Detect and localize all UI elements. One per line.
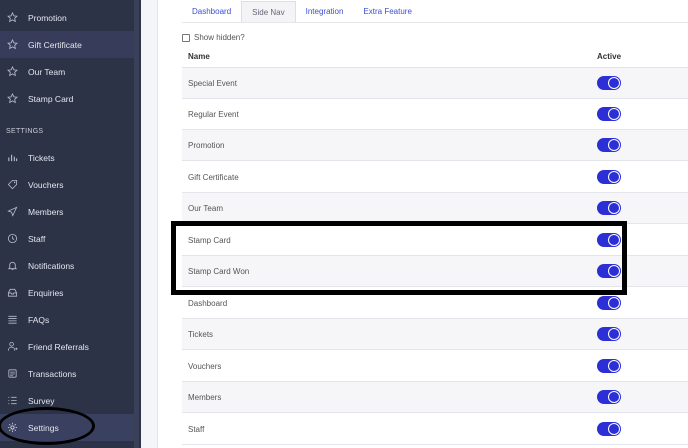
inbox-icon	[6, 286, 18, 298]
sidebar-item-label: Transactions	[28, 368, 77, 379]
row-name: Our Team	[188, 204, 223, 213]
star-icon	[6, 38, 18, 50]
sidebar-item-label: Stamp Card	[28, 93, 74, 104]
settings-heading: SETTINGS	[6, 128, 44, 135]
sidebar-item-label: Enquiries	[28, 287, 64, 298]
tab-integration[interactable]: Integration	[296, 1, 354, 22]
table-row: Promotion	[182, 130, 688, 161]
sidebar-scrollbar[interactable]	[134, 0, 139, 448]
sidebar-item-label: Staff	[28, 233, 46, 244]
sidebar-item-tickets[interactable]: Tickets	[0, 144, 138, 171]
row-name: Regular Event	[188, 110, 239, 119]
active-toggle[interactable]	[597, 327, 621, 341]
list-check-icon	[6, 394, 18, 406]
active-toggle[interactable]	[597, 390, 621, 404]
tab-bar: Dashboard Side Nav Integration Extra Fea…	[182, 1, 422, 22]
row-name: Members	[188, 393, 222, 402]
sidebar-item-promotion[interactable]: Promotion	[0, 4, 138, 31]
table-row: Members	[182, 382, 688, 413]
table-row: Our Team	[182, 193, 688, 224]
bar-chart-icon	[6, 151, 18, 163]
content-gutter	[141, 0, 157, 448]
row-name: Dashboard	[188, 299, 228, 308]
sidebar-item-label: Promotion	[28, 12, 67, 23]
table-row: Tickets	[182, 319, 688, 350]
active-toggle[interactable]	[597, 422, 621, 436]
sidebar: Promotion Gift Certificate Our Team Stam…	[0, 0, 141, 448]
row-name: Vouchers	[188, 362, 222, 371]
active-toggle[interactable]	[597, 107, 621, 121]
sidebar-item-label: Tickets	[28, 152, 55, 163]
tab-side-nav[interactable]: Side Nav	[241, 1, 296, 22]
table-row: Vouchers	[182, 351, 688, 382]
sidebar-item-our-team[interactable]: Our Team	[0, 58, 138, 85]
table-row: Special Event	[182, 68, 688, 99]
table-row: Gift Certificate	[182, 162, 688, 193]
row-name: Staff	[188, 425, 205, 434]
sidebar-item-label: Survey	[28, 395, 55, 406]
row-name: Tickets	[188, 330, 214, 339]
sidebar-item-vouchers[interactable]: Vouchers	[0, 171, 138, 198]
sidebar-item-label: Gift Certificate	[28, 39, 82, 50]
column-header-name: Name	[188, 52, 210, 61]
sidebar-item-label: FAQs	[28, 314, 50, 325]
active-toggle[interactable]	[597, 138, 621, 152]
sidebar-item-faqs[interactable]: FAQs	[0, 306, 138, 333]
table-row: Staff	[182, 414, 688, 445]
tag-icon	[6, 178, 18, 190]
active-toggle[interactable]	[597, 76, 621, 90]
annotation-circle	[0, 407, 95, 445]
active-toggle[interactable]	[597, 296, 621, 310]
sidebar-item-stamp-card[interactable]: Stamp Card	[0, 85, 138, 112]
active-toggle[interactable]	[597, 359, 621, 373]
sidebar-item-label: Notifications	[28, 260, 75, 271]
sidebar-item-enquiries[interactable]: Enquiries	[0, 279, 138, 306]
row-name: Promotion	[188, 141, 225, 150]
sidebar-item-label: Members	[28, 206, 64, 217]
row-name: Special Event	[188, 79, 237, 88]
sidebar-item-label: Our Team	[28, 66, 66, 77]
bell-icon	[6, 259, 18, 271]
clock-icon	[6, 232, 18, 244]
active-toggle[interactable]	[597, 201, 621, 215]
column-header-active: Active	[597, 52, 622, 61]
sidebar-item-label: Friend Referrals	[28, 341, 89, 352]
star-icon	[6, 92, 18, 104]
show-hidden-label: Show hidden?	[194, 33, 245, 42]
sidebar-item-transactions[interactable]: Transactions	[0, 360, 138, 387]
send-icon	[6, 205, 18, 217]
receipt-icon	[6, 367, 18, 379]
active-toggle[interactable]	[597, 170, 621, 184]
sidebar-item-members[interactable]: Members	[0, 198, 138, 225]
row-name: Gift Certificate	[188, 173, 239, 182]
show-hidden-filter[interactable]: Show hidden?	[182, 33, 245, 42]
show-hidden-checkbox[interactable]	[182, 33, 190, 42]
list-icon	[6, 313, 18, 325]
star-icon	[6, 65, 18, 77]
sidebar-item-gift-certificate[interactable]: Gift Certificate	[0, 31, 138, 58]
sidebar-item-notifications[interactable]: Notifications	[0, 252, 138, 279]
sidebar-item-label: Vouchers	[28, 179, 64, 190]
table-header: Name Active	[182, 46, 688, 68]
sidebar-item-staff[interactable]: Staff	[0, 225, 138, 252]
sidebar-item-friend-referrals[interactable]: Friend Referrals	[0, 333, 138, 360]
tab-divider	[182, 22, 688, 23]
star-icon	[6, 11, 18, 23]
user-icon	[6, 340, 18, 352]
tab-extra-feature[interactable]: Extra Feature	[353, 1, 421, 22]
annotation-highlight-box	[171, 221, 627, 295]
table-row: Regular Event	[182, 99, 688, 130]
tab-dashboard[interactable]: Dashboard	[182, 1, 241, 22]
